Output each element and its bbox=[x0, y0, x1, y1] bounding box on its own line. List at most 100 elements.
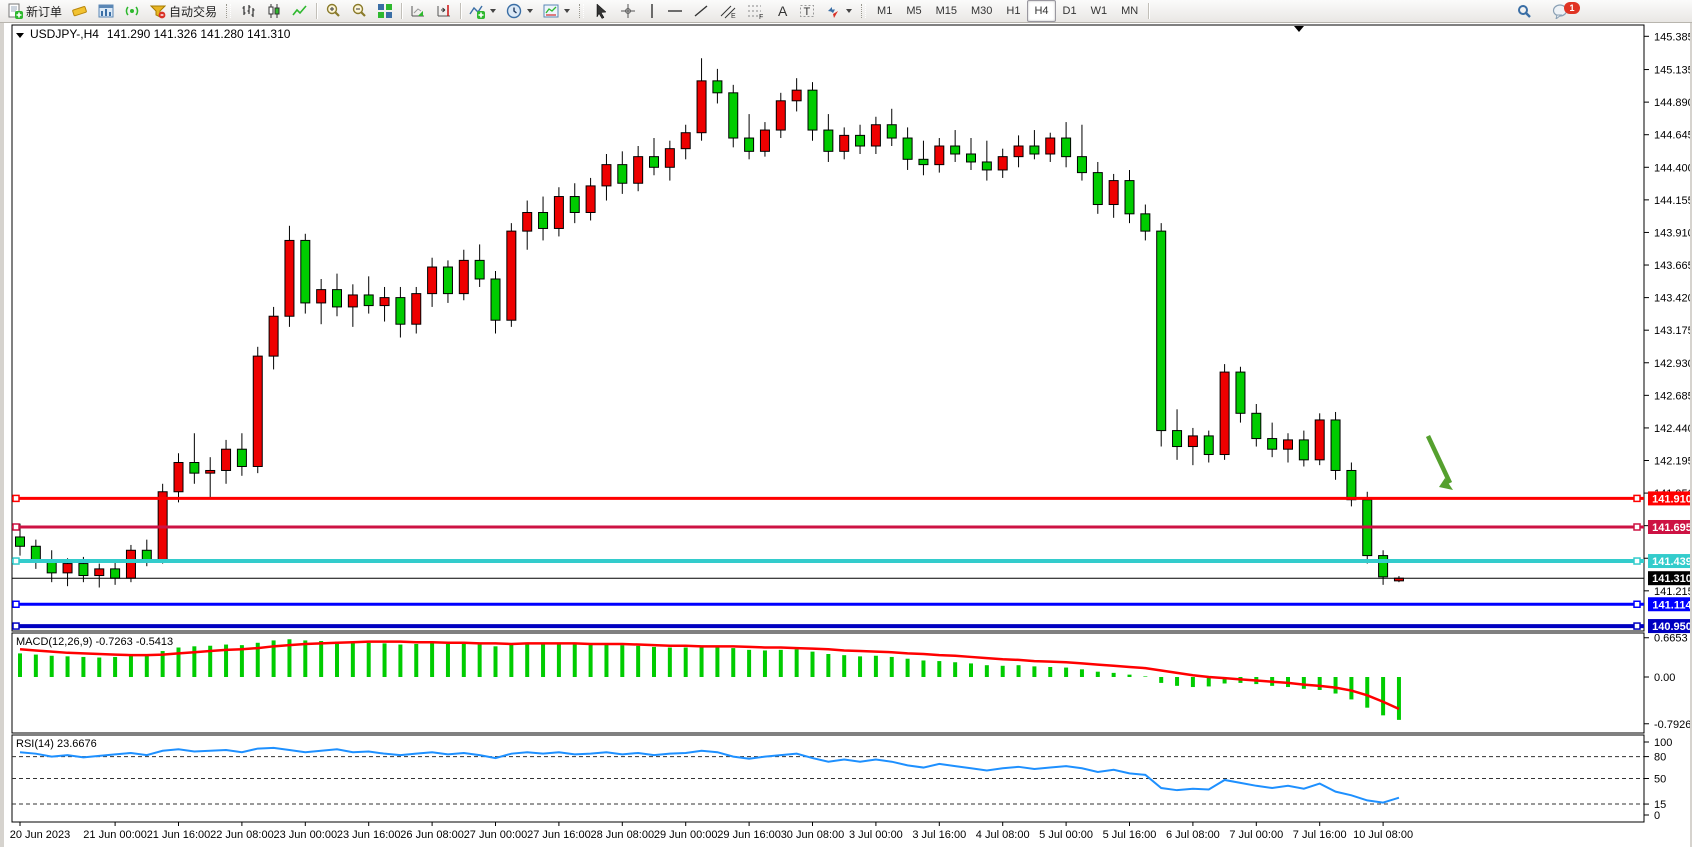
candle-body bbox=[1014, 146, 1023, 157]
tile-windows-button[interactable] bbox=[372, 0, 398, 22]
timeframe-m15-button[interactable]: M15 bbox=[929, 0, 964, 22]
market-watch-button[interactable] bbox=[93, 0, 119, 22]
zoom-in-button[interactable] bbox=[320, 0, 346, 22]
level-handle[interactable] bbox=[13, 524, 19, 530]
level-handle[interactable] bbox=[13, 558, 19, 564]
auto-scroll-button[interactable] bbox=[405, 0, 431, 22]
search-icon bbox=[1517, 4, 1532, 19]
news-button[interactable] bbox=[67, 0, 93, 22]
search-button[interactable] bbox=[1512, 1, 1537, 23]
time-tick-label: 27 Jun 00:00 bbox=[464, 829, 528, 841]
candle-body bbox=[16, 537, 25, 546]
text-button[interactable]: A bbox=[770, 0, 794, 22]
price-tick-label: 145.135 bbox=[1654, 65, 1690, 77]
candle-body bbox=[1030, 146, 1039, 154]
level-handle[interactable] bbox=[13, 601, 19, 607]
line-chart-icon bbox=[292, 3, 308, 19]
price-chart[interactable]: 145.385145.135144.890144.645144.400144.1… bbox=[4, 23, 1690, 847]
templates-icon bbox=[543, 3, 559, 19]
candle-body bbox=[63, 564, 72, 573]
indicators-button[interactable] bbox=[464, 0, 501, 22]
price-tick-label: 142.930 bbox=[1654, 358, 1690, 370]
vertical-line-button[interactable] bbox=[642, 0, 662, 22]
candlestick-icon bbox=[266, 3, 282, 19]
candle-body bbox=[665, 149, 674, 168]
tile-windows-icon bbox=[377, 3, 393, 19]
text-icon: A bbox=[775, 3, 789, 19]
svg-text:E: E bbox=[731, 13, 736, 19]
candle-body bbox=[840, 135, 849, 151]
candle-body bbox=[887, 125, 896, 138]
chart-shift-icon bbox=[436, 3, 452, 19]
rsi-tick-label: 50 bbox=[1654, 774, 1666, 786]
time-tick-label: 21 Jun 16:00 bbox=[147, 829, 211, 841]
horizontal-line-icon bbox=[667, 3, 683, 19]
level-handle[interactable] bbox=[1634, 495, 1640, 501]
candle-body bbox=[1093, 173, 1102, 205]
level-handle[interactable] bbox=[13, 623, 19, 629]
arrows-button[interactable] bbox=[820, 0, 857, 22]
candle-body bbox=[554, 197, 563, 229]
text-label-button[interactable]: T bbox=[794, 0, 820, 22]
new-order-button[interactable]: 新订单 bbox=[2, 0, 67, 22]
candle-body bbox=[253, 356, 262, 466]
level-handle[interactable] bbox=[1634, 558, 1640, 564]
timeframe-h4-button[interactable]: H4 bbox=[1027, 0, 1055, 22]
fibonacci-button[interactable]: F bbox=[742, 0, 770, 22]
line-chart-button[interactable] bbox=[287, 0, 313, 22]
periods-button[interactable] bbox=[501, 0, 538, 22]
candle-body bbox=[650, 157, 659, 168]
auto-trading-button[interactable]: 自动交易 bbox=[145, 0, 222, 22]
indicators-icon bbox=[469, 3, 485, 19]
button-label: 自动交易 bbox=[169, 3, 217, 20]
candlestick-button[interactable] bbox=[261, 0, 287, 22]
channel-button[interactable]: E bbox=[714, 0, 742, 22]
candle-body bbox=[856, 135, 865, 146]
candle-body bbox=[443, 267, 452, 294]
time-tick-label: 22 Jun 08:00 bbox=[210, 829, 274, 841]
level-handle[interactable] bbox=[13, 495, 19, 501]
candle-body bbox=[745, 138, 754, 151]
templates-button[interactable] bbox=[538, 0, 575, 22]
candle-body bbox=[301, 240, 310, 303]
zoom-out-icon bbox=[351, 3, 367, 19]
toolbar-grip bbox=[861, 4, 866, 18]
cursor-button[interactable] bbox=[588, 0, 614, 22]
candle-body bbox=[95, 569, 104, 576]
chart-window[interactable]: 145.385145.135144.890144.645144.400144.1… bbox=[0, 23, 1692, 847]
chart-shift-button[interactable] bbox=[431, 0, 457, 22]
candle-body bbox=[808, 90, 817, 130]
timeframe-m30-button[interactable]: M30 bbox=[964, 0, 999, 22]
candle-body bbox=[79, 564, 88, 576]
timeframe-d1-button[interactable]: D1 bbox=[1056, 0, 1084, 22]
price-tick-label: 144.155 bbox=[1654, 195, 1690, 207]
candle-body bbox=[412, 294, 421, 325]
horizontal-line-button[interactable] bbox=[662, 0, 688, 22]
time-tick-label: 23 Jun 16:00 bbox=[337, 829, 401, 841]
timeframe-h1-button[interactable]: H1 bbox=[999, 0, 1027, 22]
signal-button[interactable] bbox=[119, 0, 145, 22]
bar-chart-button[interactable] bbox=[235, 0, 261, 22]
market-watch-icon bbox=[98, 3, 114, 19]
chat-button[interactable]: 1 bbox=[1547, 1, 1574, 23]
svg-text:F: F bbox=[759, 14, 763, 19]
crosshair-button[interactable] bbox=[614, 0, 642, 22]
candle-body bbox=[729, 93, 738, 138]
candle-body bbox=[523, 213, 532, 232]
time-tick-label: 26 Jun 08:00 bbox=[400, 829, 464, 841]
level-handle[interactable] bbox=[1634, 524, 1640, 530]
timeframe-m1-button[interactable]: M1 bbox=[870, 0, 899, 22]
price-tick-label: 141.215 bbox=[1654, 586, 1690, 598]
level-handle[interactable] bbox=[1634, 623, 1640, 629]
price-tick-label: 144.890 bbox=[1654, 97, 1690, 109]
notification-badge: 1 bbox=[1564, 2, 1580, 14]
level-handle[interactable] bbox=[1634, 601, 1640, 607]
zoom-out-button[interactable] bbox=[346, 0, 372, 22]
candle-body bbox=[111, 569, 120, 578]
timeframe-w1-button[interactable]: W1 bbox=[1084, 0, 1115, 22]
trendline-button[interactable] bbox=[688, 0, 714, 22]
time-tick-label: 5 Jul 00:00 bbox=[1039, 829, 1093, 841]
timeframe-m5-button[interactable]: M5 bbox=[899, 0, 928, 22]
vertical-line-icon bbox=[647, 3, 657, 19]
timeframe-mn-button[interactable]: MN bbox=[1114, 0, 1145, 22]
